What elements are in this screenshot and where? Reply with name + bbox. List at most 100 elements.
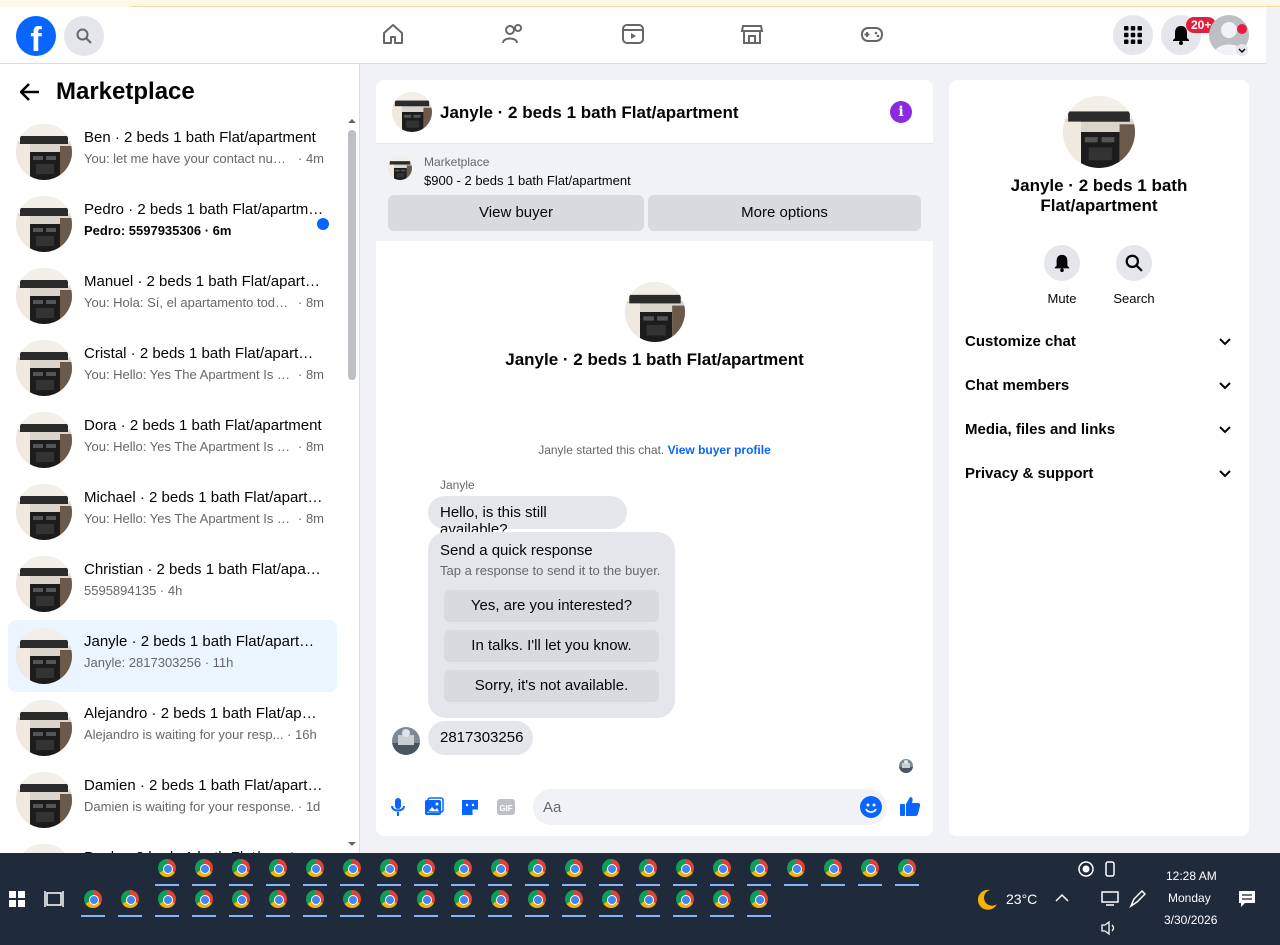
video-icon[interactable] [620, 21, 646, 47]
clock-time[interactable]: 12:28 AM [1166, 869, 1217, 883]
chrome-taskbar-icon[interactable] [192, 887, 216, 917]
section-media-files-links[interactable]: Media, files and links [965, 421, 1233, 445]
info-icon[interactable]: i [890, 101, 912, 123]
listing-thumbnail[interactable] [388, 156, 412, 180]
volume-icon[interactable] [1100, 920, 1118, 936]
section-privacy-support[interactable]: Privacy & support [965, 465, 1233, 489]
emoji-icon[interactable] [860, 796, 882, 818]
notification-center-icon[interactable] [1238, 890, 1256, 908]
view-buyer-button[interactable]: View buyer [388, 195, 644, 231]
chrome-taskbar-icon[interactable] [710, 856, 734, 886]
home-icon[interactable] [380, 21, 406, 47]
chrome-taskbar-icon[interactable] [192, 856, 216, 886]
menu-button[interactable] [1113, 15, 1153, 55]
search-conversation-button[interactable]: Search [1104, 245, 1164, 306]
chrome-taskbar-icon[interactable] [636, 887, 660, 917]
banner-listing[interactable]: $900 - 2 beds 1 bath Flat/apartment [424, 173, 631, 188]
chrome-taskbar-icon[interactable] [673, 856, 697, 886]
conversation-item[interactable]: Michael · 2 beds 1 bath Flat/apartment Yo… [8, 476, 337, 548]
chrome-taskbar-icon[interactable] [229, 856, 253, 886]
conversation-item[interactable]: Janyle · 2 beds 1 bath Flat/apartment Jan… [8, 620, 337, 692]
facebook-logo[interactable]: f [16, 16, 56, 56]
thumbs-up-icon[interactable] [899, 795, 921, 817]
chevron-down-icon[interactable] [1236, 44, 1248, 56]
chrome-taskbar-icon[interactable] [710, 887, 734, 917]
chrome-taskbar-icon[interactable] [488, 856, 512, 886]
chrome-taskbar-icon[interactable] [636, 856, 660, 886]
gif-icon[interactable]: GIF [495, 796, 517, 818]
conversation-item[interactable]: Cristal · 2 beds 1 bath Flat/apartment Yo… [8, 332, 337, 404]
chrome-taskbar-icon[interactable] [895, 856, 919, 886]
chrome-taskbar-icon[interactable] [673, 887, 697, 917]
chrome-taskbar-icon[interactable] [81, 887, 105, 917]
friends-icon[interactable] [500, 21, 526, 47]
chrome-taskbar-icon[interactable] [118, 887, 142, 917]
record-icon[interactable] [1078, 861, 1094, 877]
chrome-taskbar-icon[interactable] [525, 856, 549, 886]
conversation-item[interactable]: Alejandro · 2 beds 1 bath Flat/apartment… [8, 692, 337, 764]
chevron-up-icon[interactable] [1055, 893, 1069, 903]
chrome-taskbar-icon[interactable] [599, 887, 623, 917]
view-buyer-profile-link[interactable]: View buyer profile [668, 443, 771, 457]
photo-icon[interactable] [423, 796, 445, 818]
phone-link-icon[interactable] [1103, 861, 1117, 877]
message-bubble-phone[interactable]: 2817303256 [428, 721, 533, 755]
chrome-taskbar-icon[interactable] [340, 856, 364, 886]
conversation-item[interactable]: Manuel · 2 beds 1 bath Flat/apartment You… [8, 260, 337, 332]
network-icon[interactable] [1101, 891, 1119, 907]
conversation-item[interactable]: Christian · 2 beds 1 bath Flat/apartment… [8, 548, 337, 620]
chrome-taskbar-icon[interactable] [599, 856, 623, 886]
chrome-taskbar-icon[interactable] [525, 887, 549, 917]
chrome-taskbar-icon[interactable] [562, 887, 586, 917]
microphone-icon[interactable] [387, 796, 409, 818]
chrome-taskbar-icon[interactable] [414, 856, 438, 886]
pen-icon[interactable] [1129, 890, 1147, 908]
back-arrow-icon[interactable] [20, 83, 40, 101]
chrome-taskbar-icon[interactable] [229, 887, 253, 917]
listing-avatar[interactable] [392, 92, 432, 132]
mute-button[interactable]: Mute [1032, 245, 1092, 306]
message-bubble[interactable]: Hello, is this still available? [428, 496, 627, 538]
chrome-taskbar-icon[interactable] [858, 856, 882, 886]
more-options-button[interactable]: More options [648, 195, 921, 231]
chrome-taskbar-icon[interactable] [784, 856, 808, 886]
chrome-taskbar-icon[interactable] [266, 856, 290, 886]
gaming-icon[interactable] [859, 21, 885, 47]
quick-response-yes[interactable]: Yes, are you interested? [444, 590, 659, 622]
chrome-taskbar-icon[interactable] [377, 887, 401, 917]
conversation-item[interactable]: Dora · 2 beds 1 bath Flat/apartment You: … [8, 404, 337, 476]
chrome-taskbar-icon[interactable] [747, 887, 771, 917]
chrome-taskbar-icon[interactable] [303, 887, 327, 917]
chrome-taskbar-icon[interactable] [821, 856, 845, 886]
clock-date[interactable]: 3/30/2026 [1164, 913, 1217, 927]
chrome-taskbar-icon[interactable] [747, 856, 771, 886]
conversation-item[interactable]: Ben · 2 beds 1 bath Flat/apartment You: l… [8, 116, 337, 188]
chrome-taskbar-icon[interactable] [377, 856, 401, 886]
conversation-item[interactable]: Damien · 2 beds 1 bath Flat/apartment Dam… [8, 764, 337, 836]
chrome-taskbar-icon[interactable] [562, 856, 586, 886]
quick-response-in-talks[interactable]: In talks. I'll let you know. [444, 630, 659, 662]
chrome-taskbar-icon[interactable] [155, 856, 179, 886]
section-chat-members[interactable]: Chat members [965, 377, 1233, 401]
search-button[interactable] [64, 16, 104, 56]
chat-title[interactable]: Janyle · 2 beds 1 bath Flat/apartment [440, 103, 739, 123]
chrome-taskbar-icon[interactable] [340, 887, 364, 917]
conversation-item[interactable]: Paola · 2 beds 1 bath Flat/apartment [8, 836, 337, 853]
buyer-avatar[interactable] [392, 727, 420, 755]
chrome-taskbar-icon[interactable] [303, 856, 327, 886]
clock-day[interactable]: Monday [1168, 891, 1211, 905]
weather-temperature[interactable]: 23°C [1006, 891, 1037, 907]
task-view-icon[interactable] [44, 890, 64, 908]
weather-moon-icon[interactable] [975, 888, 999, 912]
chrome-taskbar-icon[interactable] [155, 887, 179, 917]
marketplace-icon[interactable] [739, 21, 765, 47]
sticker-icon[interactable] [459, 796, 481, 818]
message-input[interactable] [543, 789, 843, 825]
chrome-taskbar-icon[interactable] [451, 887, 475, 917]
chrome-taskbar-icon[interactable] [266, 887, 290, 917]
chrome-taskbar-icon[interactable] [451, 856, 475, 886]
windows-start-icon[interactable] [9, 891, 25, 907]
chrome-taskbar-icon[interactable] [414, 887, 438, 917]
chrome-taskbar-icon[interactable] [488, 887, 512, 917]
sidebar-scrollbar[interactable] [346, 116, 358, 853]
